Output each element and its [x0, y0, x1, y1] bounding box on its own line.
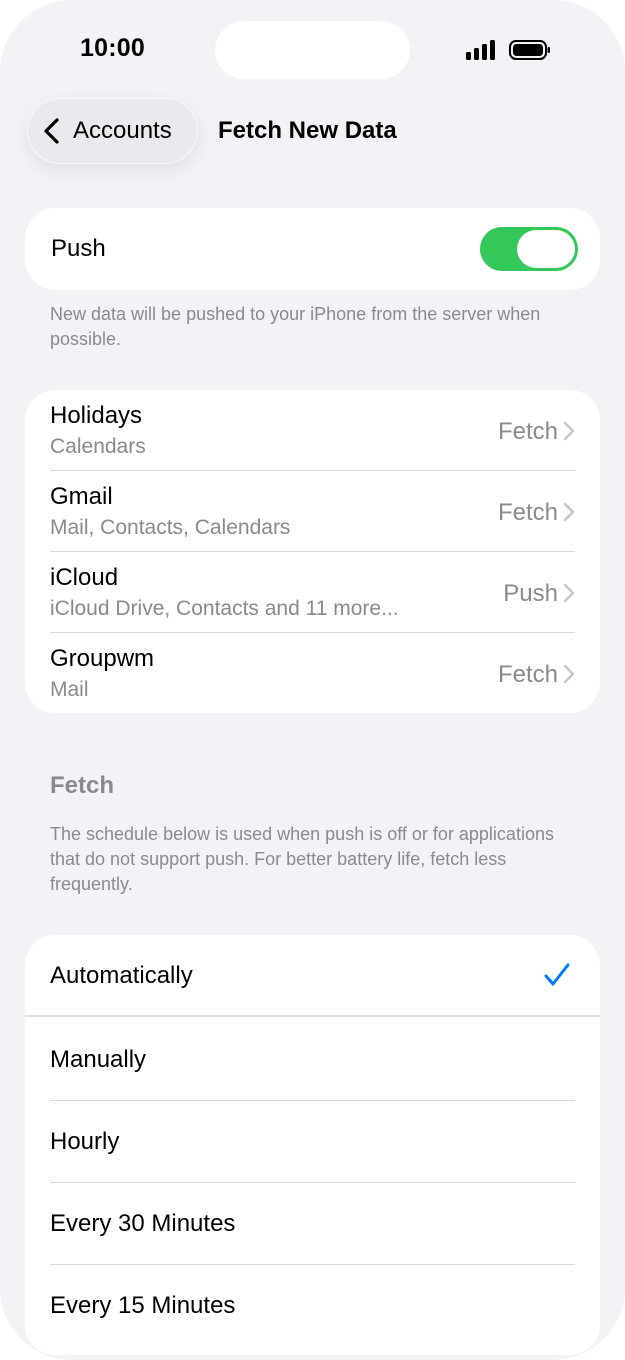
fetch-option-label: Hourly: [50, 1128, 120, 1155]
account-name: Gmail: [50, 483, 113, 510]
phone-screen: 10:00 Accounts Fetch New Data Push New d…: [0, 0, 625, 1360]
account-fetch-mode: Push: [503, 580, 558, 607]
fetch-option-manually[interactable]: Manually: [25, 1019, 600, 1101]
status-time: 10:00: [80, 34, 145, 62]
account-row-icloud[interactable]: iCloud iCloud Drive, Contacts and 11 mor…: [25, 552, 600, 633]
row-separator: [25, 1015, 600, 1017]
chevron-right-icon: [563, 421, 575, 441]
fetch-option-label: Manually: [50, 1046, 147, 1073]
accounts-list: Holidays Calendars Fetch Gmail Mail, Con…: [25, 390, 600, 713]
fetch-option-label: Automatically: [50, 962, 193, 989]
chevron-right-icon: [563, 502, 575, 522]
fetch-option-label: Every 30 Minutes: [50, 1210, 236, 1237]
account-fetch-mode: Fetch: [497, 418, 558, 445]
account-row-groupwm[interactable]: Groupwm Mail Fetch: [25, 633, 600, 714]
account-services: Mail, Contacts, Calendars: [50, 516, 291, 539]
account-fetch-mode: Fetch: [497, 661, 558, 688]
back-button[interactable]: Accounts: [27, 98, 198, 164]
chevron-left-icon: [44, 118, 59, 144]
push-toggle[interactable]: [480, 227, 578, 271]
toggle-knob: [517, 230, 575, 268]
account-row-holidays[interactable]: Holidays Calendars Fetch: [25, 390, 600, 471]
fetch-footnote: The schedule below is used when push is …: [50, 824, 554, 894]
account-fetch-mode: Fetch: [497, 499, 558, 526]
battery-icon: [509, 40, 550, 60]
fetch-option-automatically[interactable]: Automatically: [25, 935, 600, 1017]
chevron-right-icon: [563, 583, 575, 603]
dynamic-island: [215, 21, 410, 79]
fetch-option-hourly[interactable]: Hourly: [25, 1101, 600, 1183]
checkmark-icon: [544, 963, 570, 986]
account-services: iCloud Drive, Contacts and 11 more...: [50, 597, 399, 620]
account-name: Groupwm: [50, 645, 155, 672]
push-label: Push: [51, 235, 106, 262]
page-title: Fetch New Data: [218, 117, 397, 144]
fetch-option-every-30-minutes[interactable]: Every 30 Minutes: [25, 1183, 600, 1265]
account-services: Mail: [50, 678, 89, 701]
fetch-schedule-list: Automatically Manually Hourly Every 30 M…: [25, 935, 600, 1355]
fetch-option-label: Every 15 Minutes: [50, 1292, 236, 1319]
account-row-gmail[interactable]: Gmail Mail, Contacts, Calendars Fetch: [25, 471, 600, 552]
fetch-option-every-15-minutes[interactable]: Every 15 Minutes: [25, 1265, 600, 1347]
chevron-right-icon: [563, 664, 575, 684]
fetch-section-header: Fetch: [50, 772, 115, 799]
account-name: iCloud: [50, 564, 119, 591]
account-name: Holidays: [50, 402, 143, 429]
cellular-signal-icon: [466, 38, 498, 60]
push-footnote: New data will be pushed to your iPhone f…: [50, 304, 541, 349]
back-button-label: Accounts: [73, 117, 172, 144]
account-services: Calendars: [50, 435, 146, 458]
